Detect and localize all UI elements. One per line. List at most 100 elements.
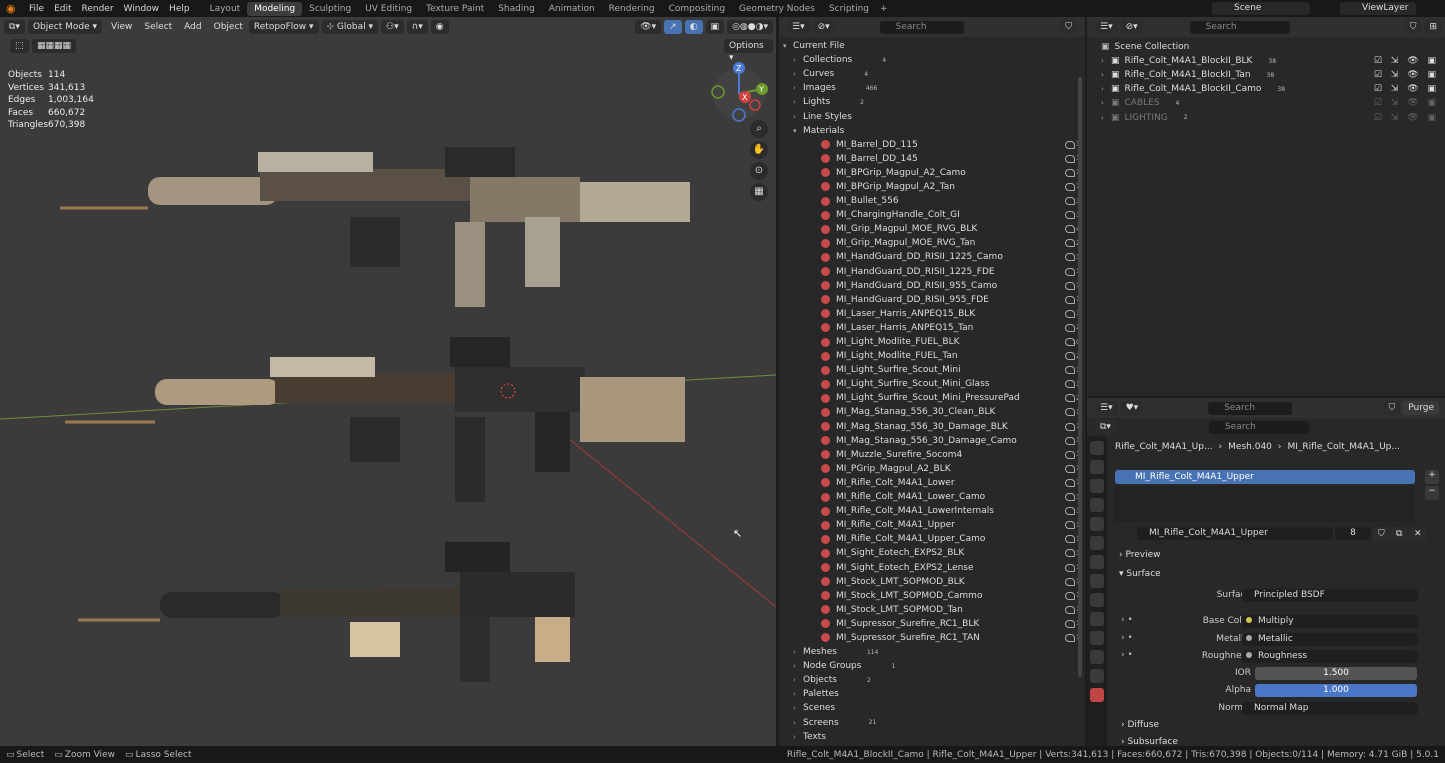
overlay-toggle-icon[interactable]: ◐ (684, 20, 703, 34)
properties-type-icon[interactable]: ⧉▾ (1095, 420, 1116, 434)
expand-icon[interactable]: › (793, 733, 803, 741)
visibility-toggles[interactable]: ☑ ⇲ 👁 ▣ (1374, 98, 1439, 108)
tree-row[interactable]: MI_Supressor_Surefire_RC1_BLK1 (783, 617, 1085, 631)
new-collection-icon[interactable]: ⊞ (1424, 20, 1442, 34)
pivot-icon[interactable]: ⚇▾ (381, 20, 404, 34)
pan-icon[interactable]: ✋ (750, 141, 768, 159)
collapse-icon[interactable]: ▾ (793, 127, 803, 135)
diffuse-panel-header[interactable]: › Diffuse (1121, 720, 1159, 730)
scene-selector[interactable]: Scene (1212, 2, 1310, 15)
tool-tab-icon[interactable] (1090, 441, 1104, 455)
workspace-tab[interactable]: Compositing (662, 2, 732, 16)
material-users-count[interactable]: 8 (1335, 527, 1371, 540)
purge-button[interactable]: Purge (1403, 401, 1439, 415)
menu-render[interactable]: Render (77, 4, 119, 14)
scene-outliner[interactable]: ☰▾ ⊘▾ Search ⛉ ⊞ ▣ Scene Collection › ▣ Rif… (1087, 17, 1445, 396)
input-expand-icon[interactable]: › • (1121, 650, 1133, 660)
expand-icon[interactable]: › (793, 704, 803, 712)
workspace-tab[interactable]: Texture Paint (419, 2, 491, 16)
view-layer-tab-icon[interactable] (1090, 498, 1104, 512)
add-slot-icon[interactable]: + (1425, 470, 1439, 484)
tree-row[interactable]: MI_Barrel_DD_1153 (783, 138, 1085, 152)
tree-row[interactable]: MI_Stock_LMT_SOPMOD_BLK1 (783, 575, 1085, 589)
visibility-icon[interactable]: 👁▾ (635, 20, 662, 34)
outliner-scrollbar[interactable] (1078, 77, 1082, 677)
navigation-gizmo[interactable]: Z Y X (705, 59, 771, 125)
ior-slider[interactable]: 1.500 (1255, 667, 1417, 680)
tree-row[interactable]: MI_Barrel_DD_1453 (783, 152, 1085, 166)
scene-collection-row[interactable]: ▣ Scene Collection (1101, 40, 1445, 54)
workspace-tab[interactable]: Shading (491, 2, 542, 16)
tree-row[interactable]: MI_Sight_Eotech_EXPS2_Lense1 (783, 560, 1085, 574)
tree-row[interactable]: MI_BPGrip_Magpul_A2_Tan1 (783, 180, 1085, 194)
properties-editor-icon[interactable]: ☰▾ (1095, 401, 1118, 415)
remove-slot-icon[interactable]: − (1425, 486, 1439, 500)
workspace-tab[interactable]: Rendering (602, 2, 662, 16)
tree-row[interactable]: MI_Stock_LMT_SOPMOD_Tan1 (783, 603, 1085, 617)
snap-icon[interactable]: ∩▾ (406, 20, 428, 34)
expand-icon[interactable]: › (1101, 85, 1111, 93)
menu-window[interactable]: Window (119, 4, 165, 14)
material-tab-icon[interactable] (1090, 688, 1104, 702)
material-slot-selected[interactable]: MI_Rifle_Colt_M4A1_Upper (1115, 470, 1415, 484)
expand-icon[interactable]: › (793, 70, 803, 78)
fake-user-icon[interactable]: ⛉ (1373, 527, 1390, 541)
retopoflow-menu[interactable]: RetopoFlow ▾ (248, 20, 319, 34)
menu-object[interactable]: Object (208, 21, 249, 33)
3d-viewport[interactable]: ⧉▾ Object Mode ▾ View Select Add Object … (0, 17, 776, 746)
alpha-slider[interactable]: 1.000 (1255, 684, 1417, 697)
visibility-toggles[interactable]: ☑ ⇲ 👁 ▣ (1374, 70, 1439, 80)
outliner-search-input[interactable]: Search (879, 20, 964, 34)
properties-search-input-2[interactable]: Search (1208, 420, 1309, 434)
select-mode-icons[interactable]: ▦▦▦▦ (32, 39, 77, 53)
menu-select[interactable]: Select (138, 21, 178, 33)
expand-icon[interactable]: › (793, 648, 803, 656)
tree-row[interactable]: MI_Light_Modlite_FUEL_Tan2 (783, 349, 1085, 363)
unlink-material-icon[interactable]: ✕ (1409, 527, 1427, 541)
expand-icon[interactable]: › (1101, 57, 1111, 65)
expand-icon[interactable]: › (793, 84, 803, 92)
editor-type-button[interactable]: ⧉▾ (4, 20, 25, 34)
workspace-tab[interactable]: UV Editing (358, 2, 419, 16)
select-tool-icon[interactable]: ⬚ (10, 39, 29, 53)
blender-logo-icon[interactable]: ◉ (6, 2, 18, 15)
input-link-field[interactable]: Metallic (1242, 632, 1418, 646)
visibility-toggles[interactable]: ☑ ⇲ 👁 ▣ (1374, 113, 1439, 123)
tree-row[interactable]: MI_Light_Surfire_Scout_Mini_PressurePad2 (783, 391, 1085, 405)
camera-icon[interactable]: ⊙ (750, 162, 768, 180)
collection-tab-icon[interactable] (1090, 555, 1104, 569)
properties-search-input[interactable]: Search (1208, 401, 1293, 415)
tree-row[interactable]: MI_Rifle_Colt_M4A1_Upper1 (783, 518, 1085, 532)
tree-row[interactable]: MI_HandGuard_DD_RISII_955_Camo1 (783, 279, 1085, 293)
subsurface-panel-header[interactable]: › Subsurface (1121, 737, 1178, 746)
tree-row[interactable]: MI_Stock_LMT_SOPMOD_Cammo1 (783, 589, 1085, 603)
workspace-tab[interactable]: Sculpting (302, 2, 358, 16)
tree-row[interactable]: › Node Groups 1 (783, 659, 1085, 673)
tree-row[interactable]: MI_HandGuard_DD_RISII_1225_FDE1 (783, 265, 1085, 279)
input-link-field[interactable]: Multiply (1242, 615, 1418, 628)
breadcrumb-object[interactable]: Rifle_Colt_M4A1_Up... (1115, 442, 1213, 452)
normal-field[interactable]: Normal Map (1242, 702, 1418, 715)
input-expand-icon[interactable]: › • (1121, 615, 1133, 625)
material-name-field[interactable]: MI_Rifle_Colt_M4A1_Upper (1137, 527, 1333, 540)
tree-row[interactable]: ▾ Materials (783, 124, 1085, 138)
tree-row[interactable]: MI_PGrip_Magpul_A2_BLK1 (783, 462, 1085, 476)
tree-row[interactable]: MI_Light_Modlite_FUEL_BLK 10 (783, 335, 1085, 349)
input-link-field[interactable]: Roughness (1242, 650, 1418, 663)
properties-editor[interactable]: ☰▾ ♥▾ Search ⛉ Purge ⧉▾ Search Rifle_Col… (1087, 398, 1445, 746)
tree-row[interactable]: MI_Grip_Magpul_MOE_RVG_Tan2 (783, 236, 1085, 250)
output-tab-icon[interactable] (1090, 479, 1104, 493)
input-expand-icon[interactable]: › • (1121, 633, 1133, 643)
tree-row[interactable]: MI_Bullet_5563 (783, 194, 1085, 208)
expand-icon[interactable]: › (793, 56, 803, 64)
scene-outliner-editor-icon[interactable]: ☰▾ (1095, 20, 1118, 34)
expand-icon[interactable]: › (793, 676, 803, 684)
tree-row[interactable]: MI_Light_Surfire_Scout_Mini1 (783, 363, 1085, 377)
tree-row[interactable]: MI_BPGrip_Magpul_A2_Camo1 (783, 166, 1085, 180)
current-file-row[interactable]: ▾ Current File (783, 39, 1085, 53)
tree-row[interactable]: › Collections 4 (783, 53, 1085, 67)
surface-panel-header[interactable]: ▾ Surface (1115, 569, 1440, 583)
object-tab-icon[interactable] (1090, 574, 1104, 588)
expand-icon[interactable]: › (793, 662, 803, 670)
tree-row[interactable]: MI_HandGuard_DD_RISII_1225_Camo1 (783, 250, 1085, 264)
